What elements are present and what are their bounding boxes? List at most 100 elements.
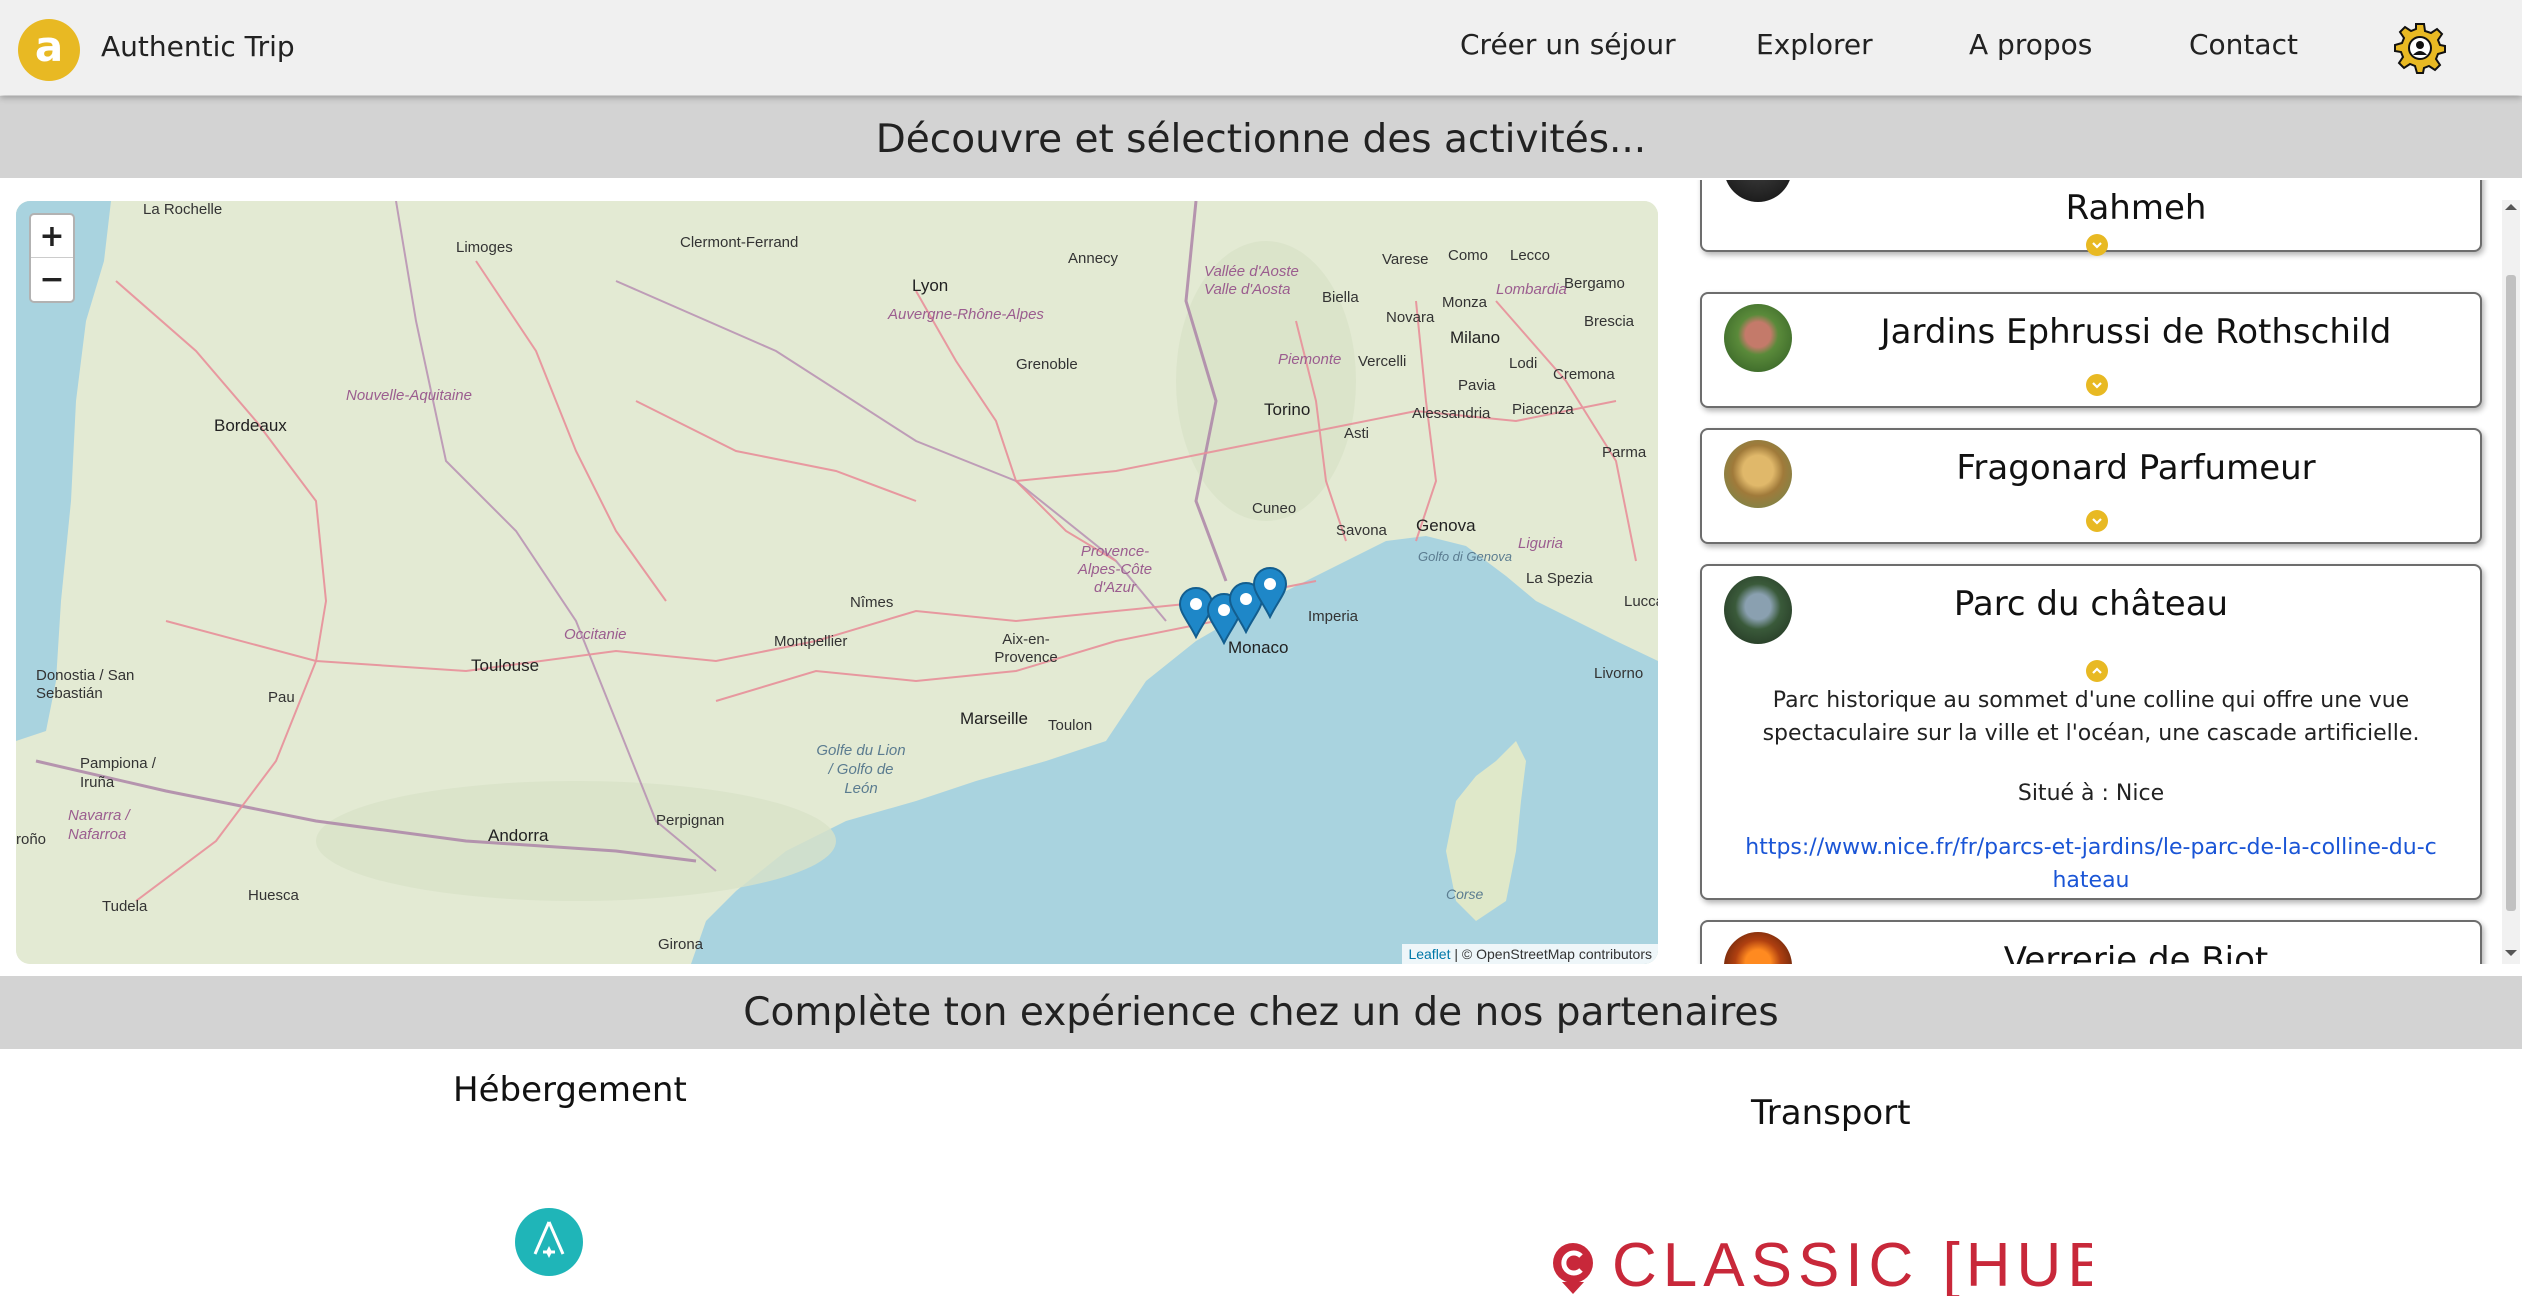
activity-location: Situé à : Nice [2017, 781, 2165, 806]
transport-title: Transport [1751, 1093, 1911, 1133]
map-label: Savona [1336, 522, 1387, 539]
map-label: Lodi [1509, 355, 1538, 372]
map-label: Livorno [1594, 665, 1644, 682]
map-label: Montpellier [774, 633, 848, 650]
map-label: Grenoble [1016, 356, 1078, 373]
activity-list[interactable]: Rahmeh Jardins Ephrussi de Rothschild Fr… [1686, 180, 2498, 964]
chevron-down-icon[interactable] [2086, 374, 2108, 396]
activities-map[interactable]: + − La Rochelle Limoges Clermont-Ferrand… [16, 201, 1658, 964]
map-label: Biella [1322, 289, 1359, 306]
map-label: Lyon [912, 276, 949, 295]
activities-banner: Découvre et sélectionne des activités... [0, 96, 2522, 178]
zoom-in-button[interactable]: + [31, 215, 73, 258]
map-label: Nîmes [850, 594, 894, 611]
map-label: Piemonte [1278, 351, 1342, 368]
chevron-down-icon[interactable] [2086, 234, 2108, 256]
map-attribution: Leaflet | © OpenStreetMap contributors [1402, 944, 1658, 964]
map-label: Como [1448, 247, 1489, 264]
map-label: Vallée d'Aoste [1204, 263, 1299, 280]
map-label: Tudela [102, 898, 148, 915]
map-label: Annecy [1068, 250, 1119, 267]
scroll-up-arrow[interactable] [2505, 204, 2517, 210]
map-label: Lombardia [1496, 281, 1567, 298]
map-label: Piacenza [1512, 401, 1574, 418]
map-label: Alessandria [1412, 405, 1491, 422]
map-label: Parma [1602, 444, 1647, 461]
activity-card[interactable]: Fragonard Parfumeur [1700, 428, 2482, 544]
top-navbar: a Authentic Trip Créer un séjour Explore… [0, 0, 2522, 95]
activity-title: Rahmeh [2065, 188, 2207, 228]
map-label: Bordeaux [214, 416, 287, 435]
map-label: Corse [1446, 886, 1484, 902]
map-label: Provence-Alpes-Côte d'Azur [1077, 543, 1153, 596]
activity-thumbnail [1724, 304, 1792, 372]
map-label: Varese [1382, 251, 1429, 268]
map-label: Liguria [1518, 535, 1564, 552]
map-label: Nouvelle-Aquitaine [346, 387, 472, 404]
map-label: Pau [268, 689, 295, 706]
map-label: Andorra [488, 826, 549, 845]
logo-icon[interactable]: a [18, 19, 80, 81]
activity-title: Verrerie de Biot [2003, 940, 2269, 964]
map-label: Torino [1264, 400, 1311, 419]
zoom-control: + − [29, 213, 75, 303]
map-label: Lecco [1510, 247, 1551, 264]
scroll-down-arrow[interactable] [2505, 950, 2517, 956]
nav-create-trip[interactable]: Créer un séjour [1460, 28, 1676, 61]
map-label: Girona [658, 936, 704, 953]
map-label: Cuneo [1252, 500, 1297, 517]
leaflet-link[interactable]: Leaflet [1408, 946, 1450, 962]
map-label: Occitanie [564, 626, 627, 643]
map-label: Toulouse [471, 656, 540, 675]
brand-name[interactable]: Authentic Trip [101, 30, 295, 63]
chevron-up-icon[interactable] [2086, 660, 2108, 682]
map-label: Brescia [1584, 313, 1635, 330]
gear-icon[interactable] [2394, 22, 2446, 74]
map-marker-icon[interactable] [1252, 567, 1288, 619]
activity-card[interactable]: Verrerie de Biot [1700, 920, 2482, 964]
activity-thumbnail [1724, 932, 1792, 964]
accommodation-partner-logo[interactable] [515, 1208, 583, 1276]
map-label: Milano [1450, 328, 1501, 347]
zoom-out-button[interactable]: − [31, 258, 73, 300]
activity-title: Fragonard Parfumeur [1956, 448, 2316, 488]
map-label: Navarra / Nafarroa [68, 807, 130, 843]
accommodation-title: Hébergement [453, 1070, 687, 1110]
map-label: Monza [1442, 294, 1488, 311]
activity-thumbnail [1724, 440, 1792, 508]
map-label: Golfo di Genova [1418, 549, 1512, 564]
activity-card-expanded[interactable]: Parc du château Parc historique au somme… [1700, 564, 2482, 900]
map-label: Bergamo [1564, 275, 1625, 292]
map-label: Huesca [248, 887, 299, 904]
map-label: Aix-en-Provence [994, 631, 1058, 666]
map-label: Asti [1344, 425, 1370, 442]
chevron-down-icon[interactable] [2086, 510, 2108, 532]
activity-description: Parc historique au sommet d'une colline … [1762, 688, 2420, 746]
map-label: Genova [1416, 516, 1476, 535]
nav-explore[interactable]: Explorer [1756, 28, 1873, 61]
classic-hub-mark-icon [1553, 1243, 1593, 1294]
map-label: Imperia [1308, 608, 1359, 625]
map-label: Pavia [1458, 377, 1496, 394]
map-label: Marseille [960, 709, 1029, 728]
logo-letter: a [34, 22, 64, 71]
nav-contact[interactable]: Contact [2189, 28, 2298, 61]
activity-website-link[interactable]: https://www.nice.fr/fr/parcs-et-jardins/… [1742, 831, 2440, 897]
map-label: Auvergne-Rhône-Alpes [888, 306, 1044, 323]
transport-partner-name: CLASSIC [HUB] [1612, 1236, 2092, 1296]
map-label: roño [16, 831, 47, 848]
activity-title: Jardins Ephrussi de Rothschild [1880, 312, 2392, 352]
partners-banner: Complète ton expérience chez un de nos p… [0, 976, 2522, 1049]
activity-card[interactable]: Jardins Ephrussi de Rothschild [1700, 292, 2482, 408]
activity-card[interactable]: Rahmeh [1700, 180, 2482, 256]
map-label: La Rochelle [143, 201, 223, 218]
map-label: Limoges [456, 239, 513, 256]
nav-about[interactable]: A propos [1969, 28, 2092, 61]
map-label: Clermont-Ferrand [680, 234, 799, 251]
transport-partner-logo[interactable]: CLASSIC [HUB] [1552, 1236, 2092, 1296]
map-label: Novara [1386, 309, 1435, 326]
scrollbar-thumb[interactable] [2506, 275, 2516, 911]
map-label: Perpignan [656, 812, 725, 829]
activity-title: Parc du château [1953, 584, 2229, 624]
map-label: Valle d'Aosta [1204, 281, 1291, 298]
